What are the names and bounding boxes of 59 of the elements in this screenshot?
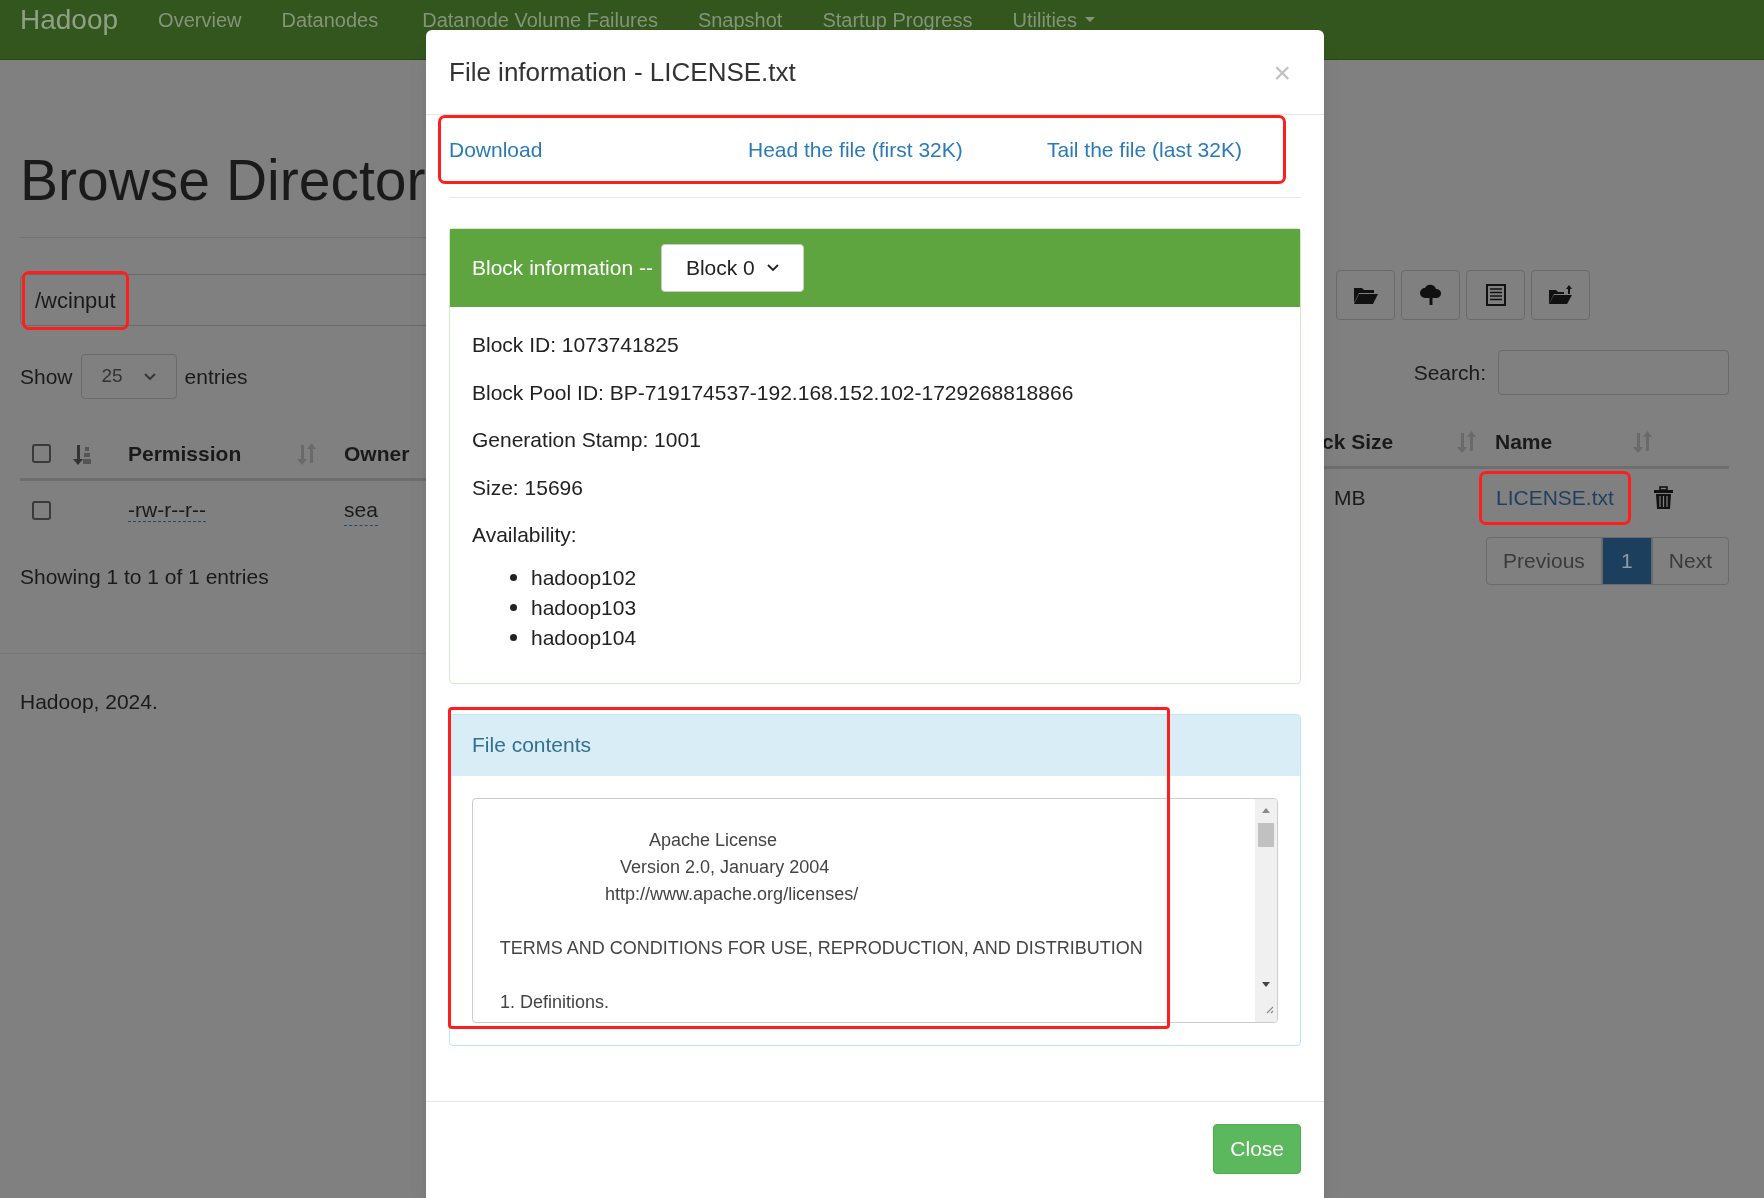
bullet-icon xyxy=(510,634,517,641)
block-size-cell-text: MB xyxy=(1333,485,1367,512)
block-detail-text: Block ID: 1073741825 xyxy=(472,332,680,358)
checkbox[interactable] xyxy=(32,444,51,463)
nav-link[interactable]: Overview xyxy=(158,4,242,35)
block-detail-text: Size: 15696 xyxy=(472,474,584,501)
path-text: /wcinput xyxy=(25,273,126,327)
panel-title: Block information -- xyxy=(472,255,653,282)
checkbox[interactable] xyxy=(32,500,51,520)
file-action-link[interactable]: Download xyxy=(449,133,748,166)
permission-text[interactable]: -rw-r--r-- xyxy=(128,498,207,523)
availability-label: Availability: xyxy=(472,522,578,548)
file-action-link[interactable]: Head the file (first 32K) xyxy=(748,133,1047,166)
pagination-button[interactable]: Next xyxy=(1651,537,1729,585)
column-header[interactable]: Name xyxy=(1495,425,1632,458)
toolbar-button[interactable] xyxy=(1466,270,1525,320)
toolbar-button[interactable] xyxy=(1531,270,1590,320)
sort-ascending-icon[interactable] xyxy=(72,442,94,465)
toolbar-button[interactable] xyxy=(1336,270,1395,320)
block-select[interactable]: Block 0 xyxy=(660,244,804,292)
file-action-link[interactable]: Tail the file (last 32K) xyxy=(1047,133,1242,166)
column-header[interactable]: Owner xyxy=(344,437,410,470)
column-header[interactable]: Permission xyxy=(128,437,296,470)
chevron-down-icon xyxy=(143,372,156,381)
footer-text: Hadoop, 2024. xyxy=(20,688,159,715)
nav-link[interactable]: Datanodes xyxy=(281,4,379,35)
nav-link[interactable]: Utilities xyxy=(1012,4,1095,35)
pagination-button[interactable]: Previous xyxy=(1486,537,1602,585)
host-name: hadoop104 xyxy=(531,624,637,651)
close-button[interactable]: Close xyxy=(1213,1124,1301,1174)
block-detail-text: Generation Stamp: 1001 xyxy=(472,427,702,453)
search-label: Search: xyxy=(1413,359,1486,386)
page-title: Browse Director xyxy=(20,152,426,209)
scrollbar[interactable] xyxy=(1255,798,1277,1022)
bullet-icon xyxy=(510,574,517,581)
panel-title: File contents xyxy=(472,732,592,759)
bullet-icon xyxy=(510,604,517,611)
pagination-button[interactable]: 1 xyxy=(1601,537,1652,585)
toolbar-button[interactable] xyxy=(1401,270,1460,320)
brand-logo-text[interactable]: Hadoop xyxy=(20,0,119,41)
block-detail-text: Block Pool ID: BP-719174537-192.168.152.102-1729268818866 xyxy=(472,379,1075,406)
folder-upload-icon xyxy=(1547,284,1574,306)
table-info: Showing 1 to 1 of 1 entries xyxy=(20,564,270,590)
file-name-link[interactable]: LICENSE.txt xyxy=(1482,474,1628,522)
entries-label: entries xyxy=(184,363,248,390)
show-label: Show xyxy=(20,363,73,390)
folder-icon xyxy=(1352,285,1379,305)
column-header[interactable]: ck Size xyxy=(1322,425,1456,458)
chevron-down-icon xyxy=(766,264,779,272)
trash-icon[interactable] xyxy=(1653,486,1673,510)
cloud-upload-icon xyxy=(1418,284,1443,306)
host-name: hadoop102 xyxy=(531,564,637,591)
host-name: hadoop103 xyxy=(531,594,637,621)
owner-text[interactable]: sea xyxy=(344,493,378,527)
file-contents-textarea[interactable]: Apache License Version 2.0, January 2004 http://www.apache.org/licenses/ TERMS AND CONDITIONS FOR USE, REPRODUCTION, AND DISTRIBUTION 1. Definitions. xyxy=(472,797,1278,1023)
file-text: Apache License Version 2.0, January 2004 http://www.apache.org/licenses/ TERMS AND CONDITIONS FOR USE, REPRODUCTION, AND DISTRIBUTION 1. Definitions. xyxy=(498,828,1144,1014)
list-icon xyxy=(1485,284,1506,306)
page-size-select[interactable]: 25 xyxy=(80,354,177,399)
modal-title: File information - LICENSE.txt xyxy=(449,55,796,89)
